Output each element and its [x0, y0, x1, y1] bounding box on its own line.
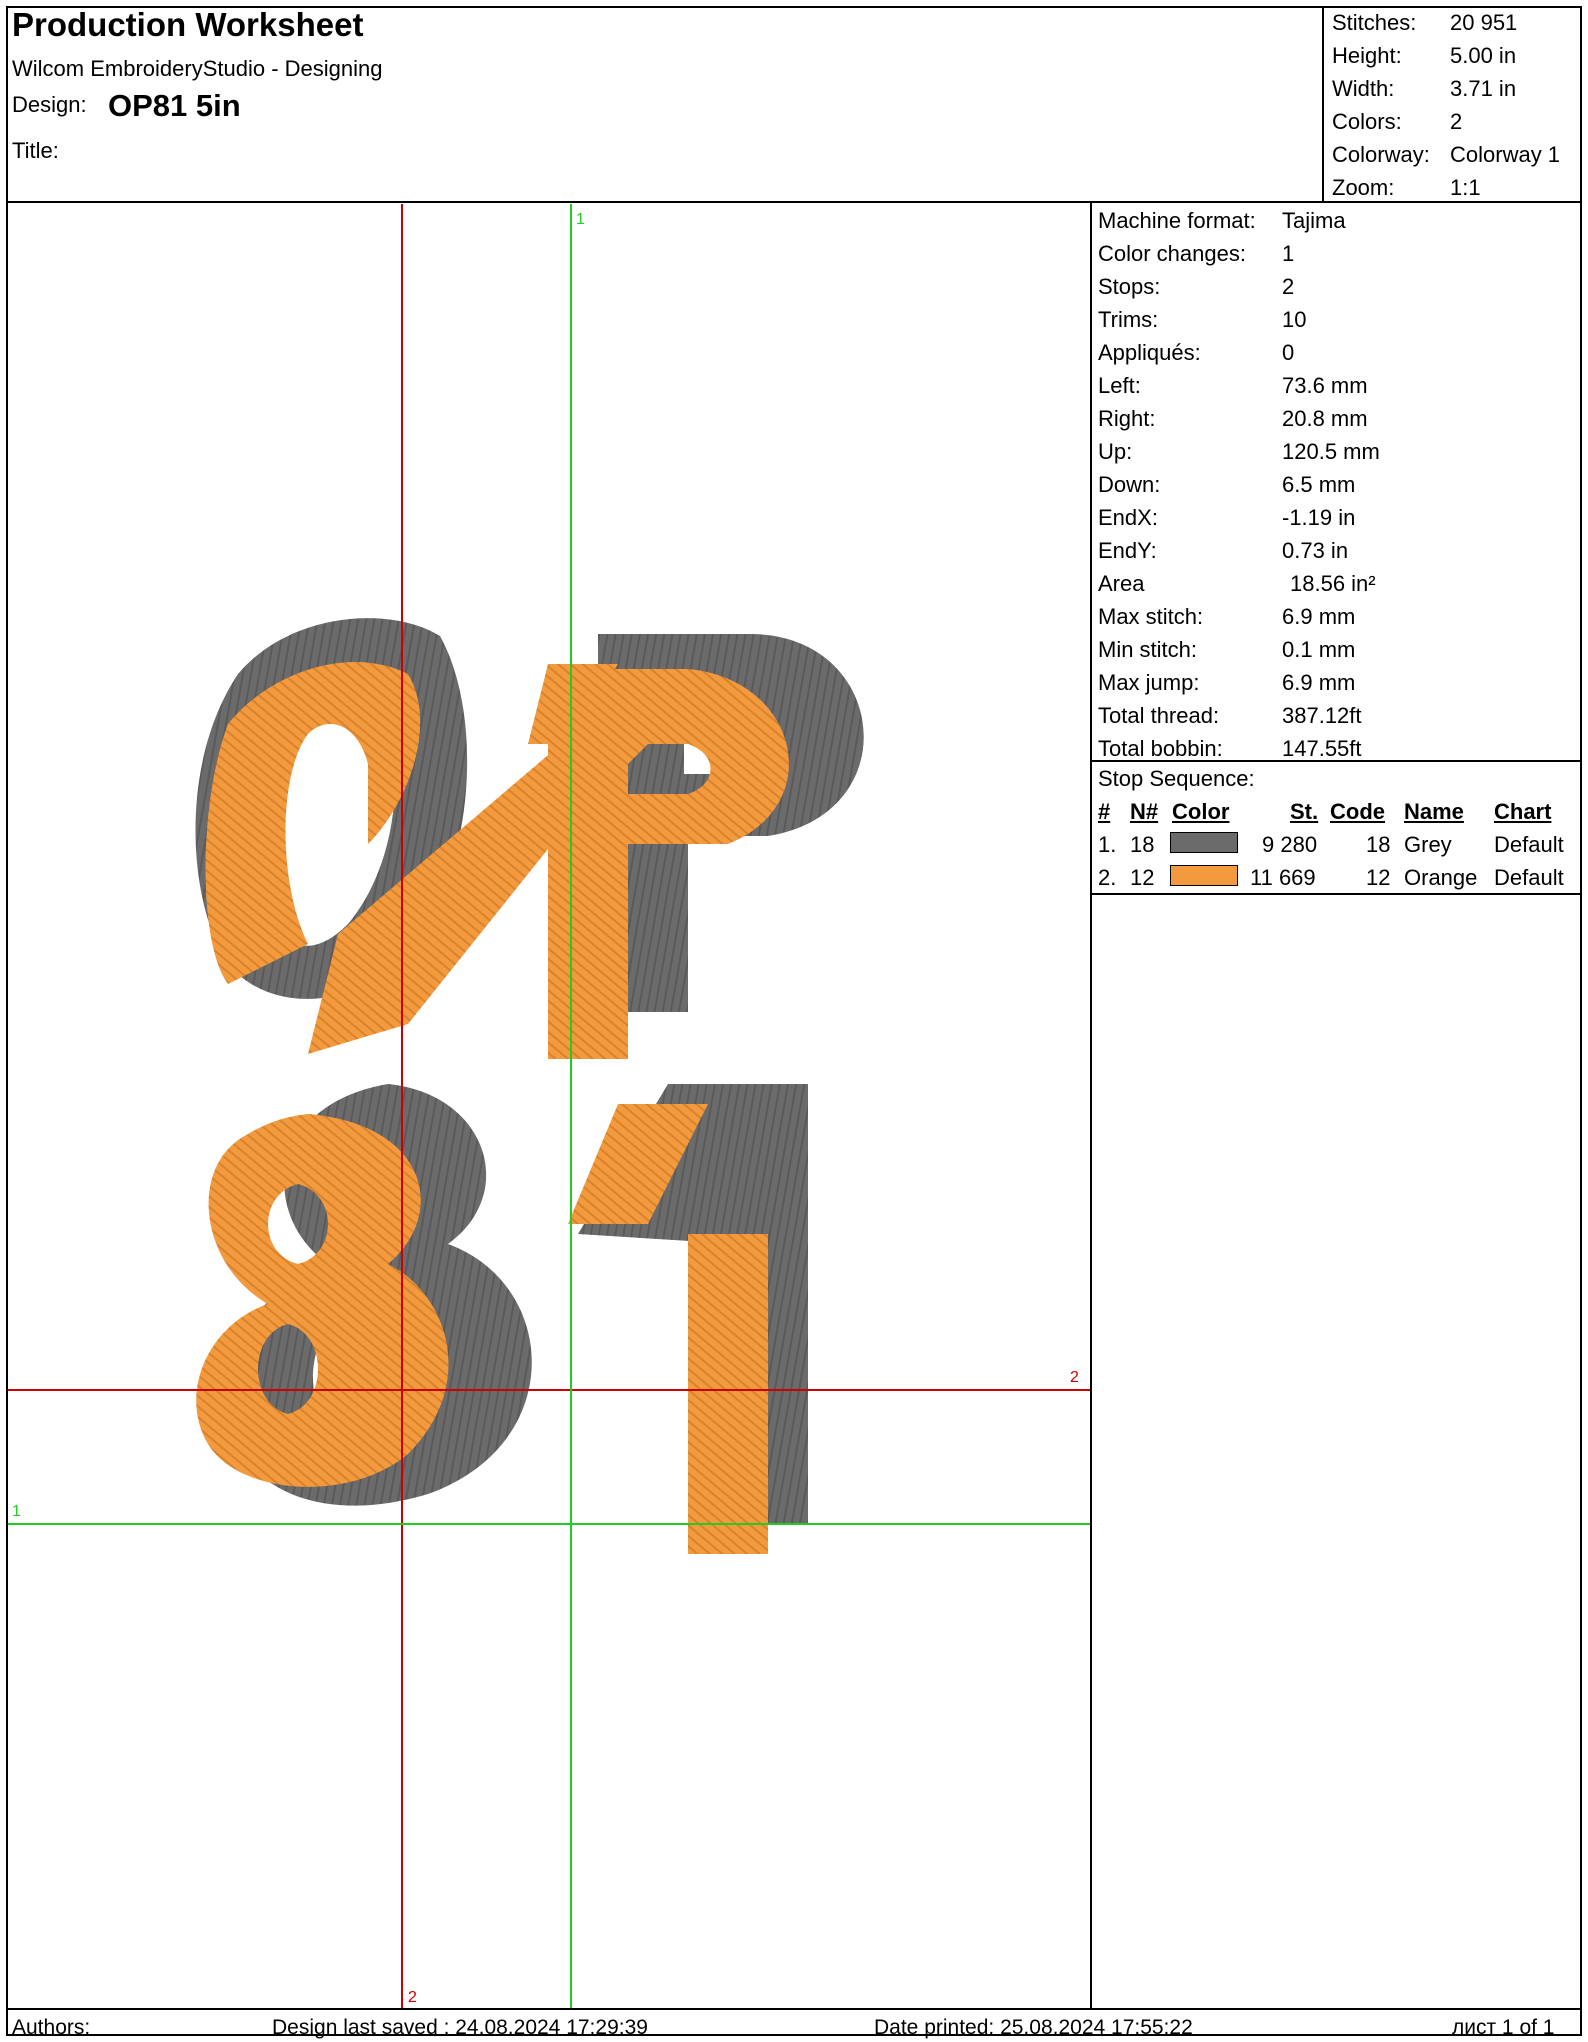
info-value: Tajima [1282, 208, 1346, 233]
footer-authors: Authors: [12, 2016, 91, 2039]
info-value: 6.9 mm [1282, 604, 1356, 629]
col-header-color: Color [1172, 799, 1230, 824]
design-label: Design: [12, 92, 87, 117]
info-key: Left: [1098, 373, 1141, 398]
stop-chart: Default [1494, 832, 1564, 857]
color-swatch-grey [1170, 832, 1238, 853]
info-value: 1 [1282, 241, 1295, 266]
info-key: Max jump: [1098, 670, 1200, 695]
info-key: EndY: [1098, 538, 1157, 563]
stat-key: Zoom: [1332, 175, 1395, 200]
marker-green-top: 1 [576, 211, 585, 228]
color-swatch-orange [1170, 865, 1238, 886]
stop-stitches: 11 669 [1250, 865, 1316, 890]
page-title: Production Worksheet [12, 6, 364, 43]
stop-num: 1. [1098, 832, 1117, 857]
col-header-stitches: St. [1290, 799, 1319, 824]
info-value: 0 [1282, 340, 1295, 365]
title-label: Title: [12, 138, 59, 163]
stop-needle: 12 [1130, 865, 1155, 890]
info-key: Down: [1098, 472, 1161, 497]
header-divider [6, 201, 1582, 203]
marker-green-left: 1 [12, 1503, 21, 1520]
info-value: 18.56 in² [1290, 571, 1376, 596]
stop-num: 2. [1098, 865, 1117, 890]
app-subtitle: Wilcom EmbroideryStudio - Designing [12, 56, 383, 81]
stat-key: Colors: [1332, 109, 1402, 134]
info-key: Stops: [1098, 274, 1161, 299]
stop-stitches: 9 280 [1262, 832, 1318, 857]
stat-key: Stitches: [1332, 10, 1417, 35]
orange-digit-8 [196, 1114, 449, 1487]
info-value: 73.6 mm [1282, 373, 1368, 398]
info-key: Min stitch: [1098, 637, 1198, 662]
info-value: 120.5 mm [1282, 439, 1380, 464]
info-key: EndX: [1098, 505, 1158, 530]
info-key: Appliqués: [1098, 340, 1201, 365]
stat-value: Colorway 1 [1450, 142, 1561, 167]
stat-value: 5.00 in [1450, 43, 1517, 68]
stop-chart: Default [1494, 865, 1564, 890]
stop-needle: 18 [1130, 832, 1155, 857]
info-key: Total thread: [1098, 703, 1220, 728]
stop-code: 12 [1366, 865, 1391, 890]
right-panel-divider [1090, 201, 1092, 2008]
info-key: Total bobbin: [1098, 736, 1223, 761]
stop-code: 18 [1366, 832, 1391, 857]
info-key: Machine format: [1098, 208, 1256, 233]
col-header-name: Name [1404, 799, 1464, 824]
info-value: 6.9 mm [1282, 670, 1356, 695]
info-key: Right: [1098, 406, 1156, 431]
stat-value: 1:1 [1450, 175, 1481, 200]
footer-page-number: лист 1 of 1 [1452, 2016, 1555, 2039]
footer-date-printed: Date printed: 25.08.2024 17:55:22 [874, 2016, 1193, 2039]
info-value: 10 [1282, 307, 1307, 332]
stop-sequence-title: Stop Sequence: [1098, 766, 1255, 791]
stat-key: Colorway: [1332, 142, 1430, 167]
info-value: 6.5 mm [1282, 472, 1356, 497]
info-key: Max stitch: [1098, 604, 1204, 629]
info-key: Up: [1098, 439, 1133, 464]
info-value: 0.1 mm [1282, 637, 1356, 662]
stat-key: Width: [1332, 76, 1395, 101]
info-value: 20.8 mm [1282, 406, 1368, 431]
design-name: OP81 5in [108, 88, 241, 123]
col-header-num: # [1098, 799, 1111, 824]
stat-value: 3.71 in [1450, 76, 1517, 101]
col-header-code: Code [1330, 799, 1385, 824]
marker-red-right: 2 [1070, 1369, 1079, 1386]
info-value: -1.19 in [1282, 505, 1356, 530]
info-value: 2 [1282, 274, 1295, 299]
info-value: 387.12ft [1282, 703, 1362, 728]
footer-last-saved: Design last saved : 24.08.2024 17:29:39 [272, 2016, 648, 2039]
info-value: 147.55ft [1282, 736, 1362, 761]
stop-color-name: Orange [1404, 865, 1478, 890]
footer-divider [6, 2008, 1582, 2010]
stat-value: 20 951 [1450, 10, 1518, 35]
stat-value: 2 [1450, 109, 1463, 134]
info-key: Area [1098, 571, 1145, 596]
stats-box-divider [1322, 6, 1324, 202]
marker-red-bottom: 2 [408, 1989, 417, 2006]
info-key: Color changes: [1098, 241, 1246, 266]
info-key: Trims: [1098, 307, 1159, 332]
design-canvas: 1 2 1 2 [8, 204, 1090, 2008]
col-header-needle: N# [1130, 799, 1159, 824]
orange-digit-1 [688, 1234, 768, 1554]
info-value: 0.73 in [1282, 538, 1349, 563]
stat-key: Height: [1332, 43, 1402, 68]
stop-sequence-bottom-divider [1090, 893, 1582, 895]
stop-color-name: Grey [1404, 832, 1452, 857]
col-header-chart: Chart [1494, 799, 1552, 824]
